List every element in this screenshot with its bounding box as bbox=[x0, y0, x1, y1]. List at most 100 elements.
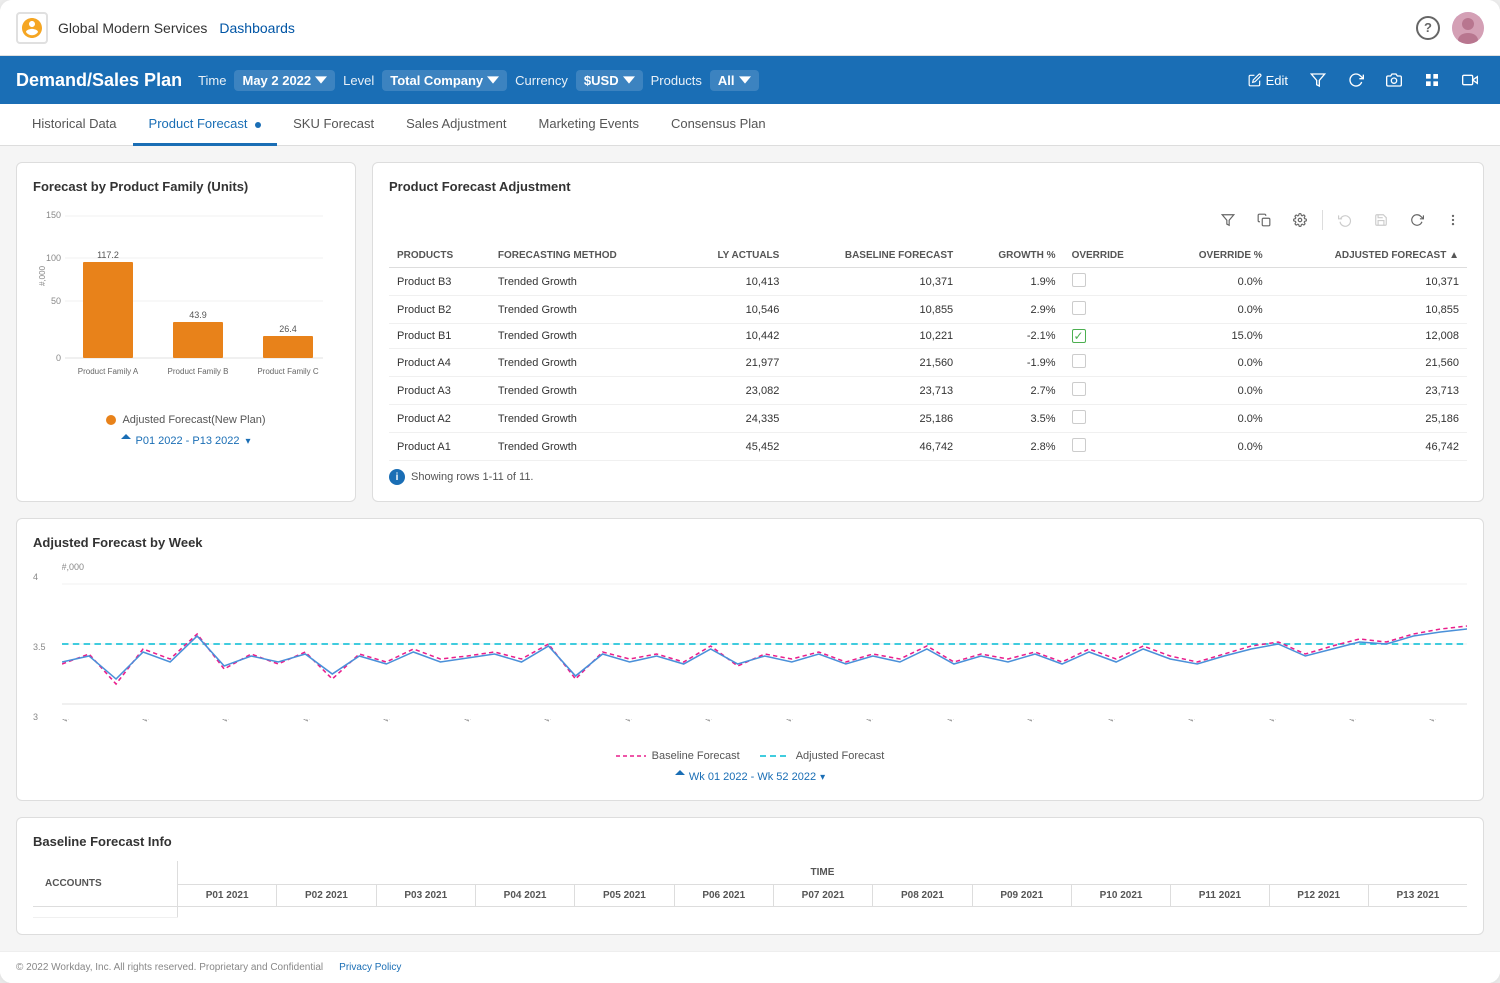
copy-toolbar-icon[interactable] bbox=[1250, 206, 1278, 234]
refresh-toolbar-icon[interactable] bbox=[1403, 206, 1431, 234]
baseline-forecast: 10,371 bbox=[787, 268, 961, 296]
override-checkbox[interactable] bbox=[1072, 301, 1086, 315]
override-cell: ✓ bbox=[1064, 324, 1159, 349]
edit-button[interactable]: Edit bbox=[1242, 69, 1294, 92]
plan-title: Demand/Sales Plan bbox=[16, 70, 182, 91]
x-label: Wk 25 2022 bbox=[705, 719, 736, 724]
workday-logo[interactable] bbox=[16, 12, 48, 44]
override-cell bbox=[1064, 296, 1159, 324]
level-filter[interactable]: Total Company bbox=[382, 70, 507, 91]
ly-actuals: 10,442 bbox=[678, 324, 787, 349]
grid-view-button[interactable] bbox=[1418, 66, 1446, 94]
adjusted-line bbox=[62, 629, 1467, 679]
baseline-panel-title: Baseline Forecast Info bbox=[33, 834, 1467, 849]
forecast-method: Trended Growth bbox=[490, 349, 679, 377]
growth-pct: 1.9% bbox=[961, 268, 1063, 296]
baseline-forecast: 25,186 bbox=[787, 405, 961, 433]
col-accounts: ACCOUNTS bbox=[33, 861, 177, 907]
x-label: Wk 13 2022 bbox=[383, 719, 414, 724]
product-name: Product A2 bbox=[389, 405, 490, 433]
undo-toolbar-icon[interactable] bbox=[1331, 206, 1359, 234]
bar-chart: 150 100 50 0 bbox=[33, 206, 339, 406]
dashboards-link[interactable]: Dashboards bbox=[219, 20, 295, 36]
camera-button[interactable] bbox=[1380, 66, 1408, 94]
user-avatar[interactable] bbox=[1452, 12, 1484, 44]
adjusted-forecast: 21,560 bbox=[1271, 349, 1467, 377]
table-row: Product B2 Trended Growth 10,546 10,855 … bbox=[389, 296, 1467, 324]
tab-marketing-events[interactable]: Marketing Events bbox=[523, 104, 655, 146]
override-pct: 0.0% bbox=[1159, 296, 1271, 324]
tab-historical-data[interactable]: Historical Data bbox=[16, 104, 133, 146]
app-footer: © 2022 Workday, Inc. All rights reserved… bbox=[0, 951, 1500, 983]
override-checkbox[interactable] bbox=[1072, 273, 1086, 287]
growth-pct: 2.7% bbox=[961, 377, 1063, 405]
bar-family-a bbox=[83, 262, 133, 358]
override-checkbox[interactable] bbox=[1072, 438, 1086, 452]
override-pct: 0.0% bbox=[1159, 268, 1271, 296]
override-cell bbox=[1064, 405, 1159, 433]
tab-sales-adjustment[interactable]: Sales Adjustment bbox=[390, 104, 522, 146]
video-button[interactable] bbox=[1456, 66, 1484, 94]
baseline-forecast: 46,742 bbox=[787, 433, 961, 461]
line-chart-legend: Baseline Forecast Adjusted Forecast bbox=[33, 750, 1467, 762]
baseline-forecast: 10,221 bbox=[787, 324, 961, 349]
level-label: Level bbox=[343, 73, 374, 88]
date-range-chevron-line: ▾ bbox=[820, 772, 825, 783]
svg-text:43.9: 43.9 bbox=[189, 310, 207, 320]
currency-filter[interactable]: $USD bbox=[576, 70, 643, 91]
x-label: Wk 52 2022 bbox=[1429, 719, 1460, 724]
line-chart-date-range[interactable]: Wk 01 2022 - Wk 52 2022 ▾ bbox=[33, 770, 1467, 784]
more-toolbar-icon[interactable] bbox=[1439, 206, 1467, 234]
legend-text: Adjusted Forecast(New Plan) bbox=[122, 414, 265, 426]
time-col-header: P02 2021 bbox=[277, 885, 376, 907]
info-icon: i bbox=[389, 469, 405, 485]
x-label: Wk 07 2022 bbox=[222, 719, 253, 724]
ly-actuals: 23,082 bbox=[678, 377, 787, 405]
override-cell bbox=[1064, 349, 1159, 377]
bar-family-b bbox=[173, 322, 223, 358]
ly-actuals: 10,546 bbox=[678, 296, 787, 324]
x-label: Wk 34 2022 bbox=[947, 719, 978, 724]
product-name: Product A1 bbox=[389, 433, 490, 461]
time-col-header: P05 2021 bbox=[575, 885, 674, 907]
date-range-selector[interactable]: P01 2022 - P13 2022 bbox=[33, 434, 339, 448]
products-filter[interactable]: All bbox=[710, 70, 759, 91]
svg-text:#,000: #,000 bbox=[38, 265, 47, 286]
forecast-method: Trended Growth bbox=[490, 268, 679, 296]
settings-toolbar-icon[interactable] bbox=[1286, 206, 1314, 234]
save-toolbar-icon[interactable] bbox=[1367, 206, 1395, 234]
filter-icon-button[interactable] bbox=[1304, 66, 1332, 94]
col-time: TIME bbox=[177, 861, 1467, 885]
tab-sku-forecast[interactable]: SKU Forecast bbox=[277, 104, 390, 146]
forecast-method: Trended Growth bbox=[490, 296, 679, 324]
tab-product-forecast[interactable]: Product Forecast bbox=[133, 104, 278, 146]
legend-adjusted: Adjusted Forecast bbox=[760, 750, 885, 762]
baseline-forecast: 10,855 bbox=[787, 296, 961, 324]
baseline-header-row: ACCOUNTS TIME bbox=[33, 861, 1467, 885]
svg-text:Product Family C: Product Family C bbox=[257, 367, 319, 376]
override-checkbox[interactable] bbox=[1072, 410, 1086, 424]
override-checkbox[interactable] bbox=[1072, 382, 1086, 396]
legend-baseline: Baseline Forecast bbox=[616, 750, 740, 762]
privacy-policy-link[interactable]: Privacy Policy bbox=[339, 962, 401, 973]
tab-consensus-plan[interactable]: Consensus Plan bbox=[655, 104, 782, 146]
help-icon[interactable]: ? bbox=[1416, 16, 1440, 40]
refresh-button[interactable] bbox=[1342, 66, 1370, 94]
ly-actuals: 21,977 bbox=[678, 349, 787, 377]
x-label: Wk 22 2022 bbox=[625, 719, 656, 724]
override-cell bbox=[1064, 268, 1159, 296]
filter-toolbar-icon[interactable] bbox=[1214, 206, 1242, 234]
forecast-method: Trended Growth bbox=[490, 433, 679, 461]
baseline-table: ACCOUNTS TIME P01 2021P02 2021P03 2021P0… bbox=[33, 861, 1467, 918]
x-axis-labels: Wk 01 2022 Wk 04 2022 Wk 07 2022 Wk 10 2… bbox=[62, 719, 1467, 726]
col-override-pct: OVERRIDE % bbox=[1159, 244, 1271, 268]
svg-text:Product Family B: Product Family B bbox=[168, 367, 229, 376]
override-checkbox-checked[interactable]: ✓ bbox=[1072, 329, 1086, 343]
top-row: Forecast by Product Family (Units) 150 1… bbox=[16, 162, 1484, 502]
product-name: Product B2 bbox=[389, 296, 490, 324]
time-filter[interactable]: May 2 2022 bbox=[234, 70, 335, 91]
x-label: Wk 28 2022 bbox=[786, 719, 817, 724]
line-chart-content: 4 3.5 3 #,000 bbox=[33, 562, 1467, 726]
override-checkbox[interactable] bbox=[1072, 354, 1086, 368]
ly-actuals: 45,452 bbox=[678, 433, 787, 461]
